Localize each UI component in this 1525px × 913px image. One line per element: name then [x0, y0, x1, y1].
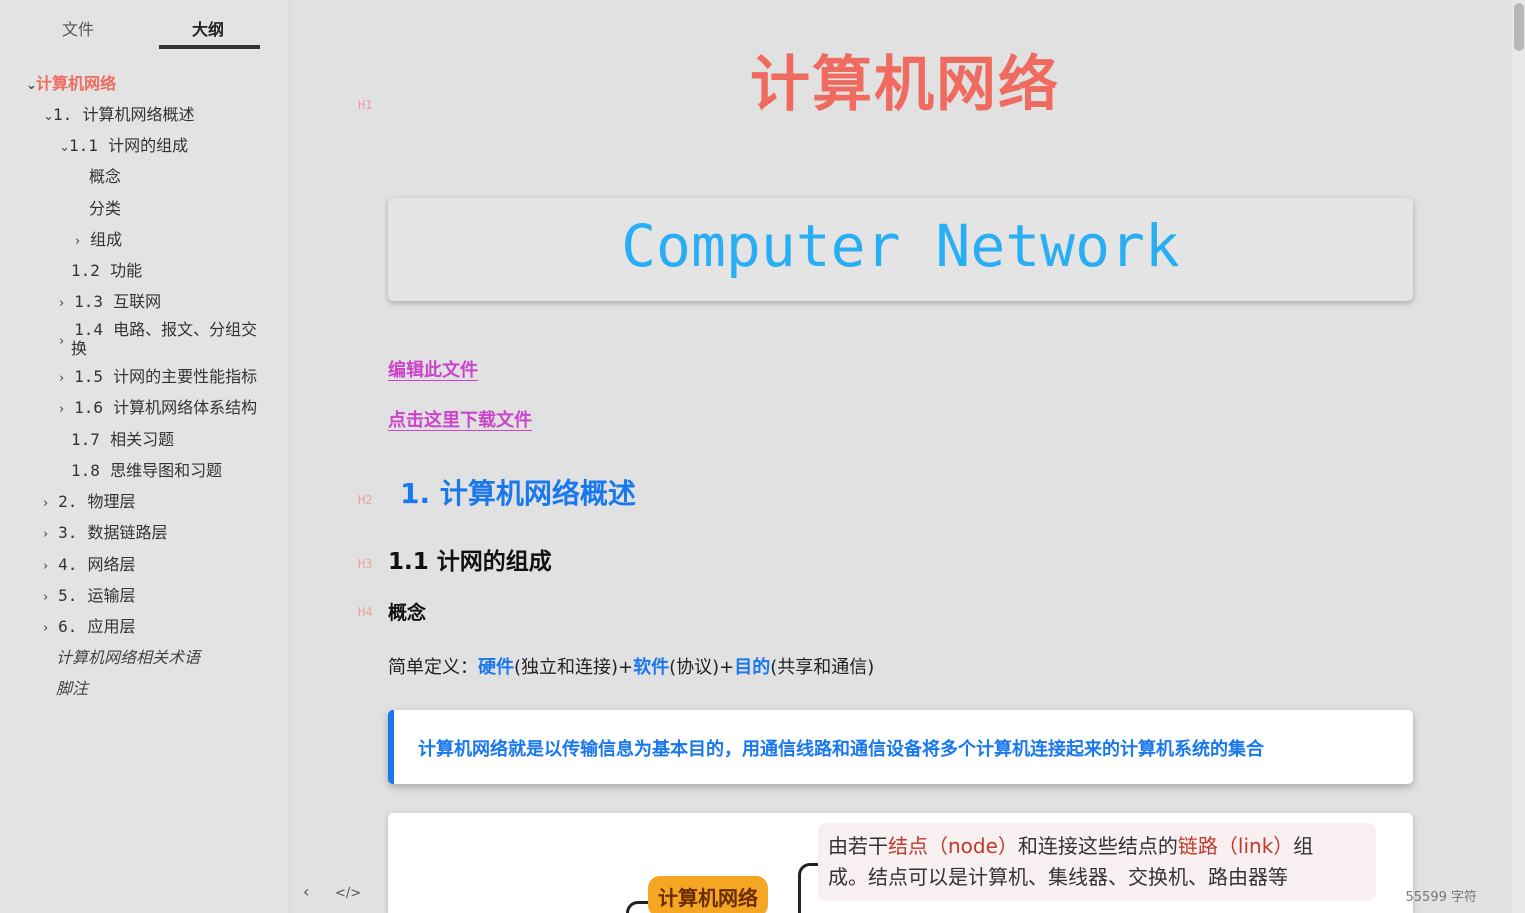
- chevron-right-icon: ›: [59, 371, 65, 386]
- document-editor[interactable]: H1 计算机网络 Computer Network 编辑此文件 点击这里下载文件…: [290, 0, 1512, 913]
- chevron-right-icon: ›: [43, 621, 49, 636]
- outline-item-1-5[interactable]: › 1.5 计网的主要性能指标: [59, 367, 257, 388]
- chevron-down-icon: ⌄: [43, 109, 54, 124]
- page-title: 计算机网络: [750, 50, 1060, 120]
- sidebar: 文件 大纲 ⌄计算机网络 ⌄1. 计算机网络概述 ⌄1.1 计网的组成 概念 分…: [0, 0, 290, 913]
- outline-item-3[interactable]: › 3. 数据链路层: [43, 523, 168, 544]
- outline-item-5[interactable]: › 5. 运输层: [43, 586, 136, 607]
- heading-level-label: H3: [358, 557, 373, 571]
- chevron-right-icon: ›: [75, 234, 81, 249]
- download-file-link[interactable]: 点击这里下载文件: [388, 406, 532, 432]
- tab-outline[interactable]: 大纲: [192, 16, 224, 40]
- mindmap-note: 由若干结点（node）和连接这些结点的链路（link）组 成。结点可以是计算机、…: [818, 823, 1376, 901]
- outline-item-1[interactable]: ⌄1. 计算机网络概述: [43, 105, 194, 126]
- chevron-right-icon: ›: [59, 334, 65, 349]
- section-heading: 1. 计算机网络概述: [400, 477, 636, 510]
- edit-file-link[interactable]: 编辑此文件: [388, 356, 478, 382]
- definition-paragraph: 简单定义：硬件(独立和连接)+软件(协议)+目的(共享和通信): [388, 657, 875, 678]
- outline-item-2[interactable]: › 2. 物理层: [43, 492, 136, 513]
- heading-level-label: H1: [358, 98, 373, 112]
- mindmap-note-text: 由若干结点（node）和连接这些结点的链路（link）组 成。结点可以是计算机、…: [828, 834, 1314, 889]
- scrollbar-thumb[interactable]: [1514, 3, 1524, 51]
- chevron-right-icon: ›: [59, 296, 65, 311]
- outline-item-root[interactable]: ⌄计算机网络: [26, 74, 116, 95]
- chevron-down-icon: ⌄: [26, 78, 37, 93]
- outline-item-1-4-wrap: 换: [71, 339, 88, 358]
- blockquote-text: 计算机网络就是以传输信息为基本目的，用通信线路和通信设备将多个计算机连接起来的计…: [418, 739, 1264, 760]
- outline-item-1-2[interactable]: 1.2 功能: [71, 261, 142, 280]
- active-tab-indicator: [159, 45, 260, 49]
- outline-item-concept[interactable]: 概念: [89, 167, 121, 186]
- mindmap-node: 计算机网络: [648, 876, 768, 913]
- scrollbar[interactable]: [1512, 0, 1525, 913]
- chevron-right-icon: ›: [43, 590, 49, 605]
- title-banner: Computer Network: [388, 198, 1413, 301]
- outline-item-1-3[interactable]: › 1.3 互联网: [59, 292, 161, 313]
- outline-item-6[interactable]: › 6. 应用层: [43, 617, 136, 638]
- banner-text: Computer Network: [621, 212, 1180, 280]
- chevron-right-icon: ›: [43, 559, 49, 574]
- chevron-right-icon: ›: [43, 527, 49, 542]
- mindmap-image: 计算机网络 由若干结点（node）和连接这些结点的链路（link）组 成。结点可…: [388, 813, 1413, 913]
- outline-item-1-7[interactable]: 1.7 相关习题: [71, 430, 174, 449]
- heading-level-label: H4: [358, 605, 373, 619]
- word-count[interactable]: 55599 字符: [1406, 886, 1478, 905]
- outline-item-1-8[interactable]: 1.8 思维导图和习题: [71, 461, 222, 480]
- outline-item-footnotes[interactable]: 脚注: [56, 679, 88, 698]
- outline-item-category[interactable]: 分类: [89, 199, 121, 218]
- tab-file[interactable]: 文件: [62, 16, 94, 40]
- outline-item-terms[interactable]: 计算机网络相关术语: [56, 648, 200, 667]
- heading-level-label: H2: [358, 493, 373, 507]
- outline-item-4[interactable]: › 4. 网络层: [43, 555, 136, 576]
- outline-item-1-1[interactable]: ⌄1.1 计网的组成: [59, 136, 188, 157]
- outline-item-1-4[interactable]: › 1.4 电路、报文、分组交: [59, 320, 257, 351]
- outline-item-composition[interactable]: › 组成: [75, 230, 122, 251]
- blockquote: 计算机网络就是以传输信息为基本目的，用通信线路和通信设备将多个计算机连接起来的计…: [388, 710, 1413, 784]
- chevron-down-icon: ⌄: [59, 140, 70, 155]
- subsection-heading: 1.1 计网的组成: [388, 549, 552, 575]
- chevron-right-icon: ›: [59, 402, 65, 417]
- chevron-right-icon: ›: [43, 496, 49, 511]
- outline-item-1-6[interactable]: › 1.6 计算机网络体系结构: [59, 398, 257, 419]
- subsubsection-heading: 概念: [388, 602, 427, 624]
